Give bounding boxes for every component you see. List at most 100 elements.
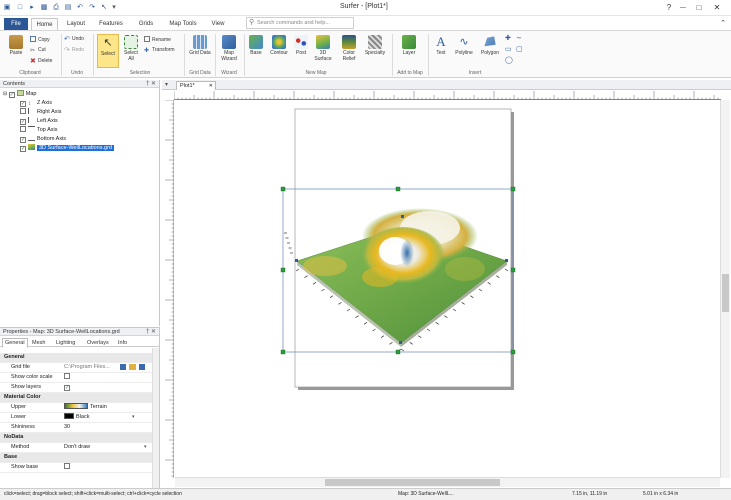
quick-undo-icon[interactable]: ↶ [75, 3, 85, 13]
dropdown-arrow-icon[interactable]: ▾ [132, 413, 135, 422]
section-base[interactable]: Base [0, 453, 152, 463]
show-layers-checkbox[interactable]: ✓ [64, 383, 70, 392]
checkbox[interactable]: ✓ [20, 119, 26, 125]
vertical-scroll-thumb[interactable] [722, 274, 729, 312]
row-show-color-scale[interactable]: Show color scale [0, 373, 152, 383]
print-icon[interactable]: ⎙ [51, 3, 61, 13]
delete-button[interactable]: ✖ Delete [30, 58, 52, 66]
rename-button[interactable]: Rename [144, 36, 171, 44]
print-preview-icon[interactable]: ▤ [63, 3, 73, 13]
open-folder-icon[interactable] [129, 364, 136, 370]
show-color-scale-checkbox[interactable] [64, 373, 70, 382]
tab-layout[interactable]: Layout [62, 18, 90, 30]
row-show-base[interactable]: Show base [0, 463, 152, 473]
tree-item-right-axis[interactable]: Right Axis [20, 108, 61, 116]
search-input[interactable]: ⚲ Search commands and help... [246, 17, 354, 29]
undo-button[interactable]: ↶ Undo [64, 36, 84, 44]
row-lower[interactable]: Lower Black ▾ [0, 413, 152, 423]
grid-info-icon[interactable] [120, 364, 126, 370]
redo-button[interactable]: ↷ Redo [64, 47, 84, 55]
post-map-button[interactable]: Post [292, 35, 310, 56]
tree-item-bottom-axis[interactable]: ✓ Bottom Axis [20, 135, 66, 143]
method-select[interactable]: Don't draw [64, 443, 90, 452]
select-all-button[interactable]: Select All [121, 35, 141, 62]
rounded-rectangle-icon[interactable]: ▢ [516, 46, 523, 54]
ellipse-icon[interactable]: ◯ [505, 57, 513, 65]
close-button[interactable]: ✕ [710, 2, 724, 14]
select-icon[interactable]: ↖ [99, 3, 109, 13]
help-icon[interactable]: ? [662, 2, 676, 14]
row-upper[interactable]: Upper Terrain [0, 403, 152, 413]
polygon-button[interactable]: Polygon [478, 35, 502, 56]
collapse-ribbon-icon[interactable]: ⌃ [718, 18, 728, 30]
minimize-button[interactable]: — [676, 2, 690, 14]
text-button[interactable]: A Text [432, 35, 450, 57]
properties-panel-controls[interactable]: † ✕ [146, 328, 156, 336]
vertical-scrollbar[interactable] [720, 100, 730, 478]
horizontal-scroll-thumb[interactable] [325, 479, 500, 486]
tree-item-top-axis[interactable]: Top Axis [20, 126, 57, 134]
customize-toolbar-icon[interactable]: ▾ [109, 3, 119, 13]
maximize-button[interactable]: □ [692, 2, 706, 14]
color-relief-button[interactable]: Color Relief [338, 35, 360, 62]
tab-mesh[interactable]: Mesh [32, 339, 45, 347]
copy-button[interactable]: Copy [30, 36, 50, 44]
layer-button[interactable]: Layer [398, 35, 420, 56]
paste-button[interactable]: Paste [6, 35, 26, 56]
new-icon[interactable]: □ [15, 3, 25, 13]
dropdown-arrow-icon[interactable]: ▾ [144, 443, 147, 452]
cut-button[interactable]: ✂ Cut [30, 47, 46, 55]
checkbox[interactable]: ✓ [20, 137, 26, 143]
horizontal-scrollbar[interactable] [175, 477, 720, 487]
grid-file-value[interactable]: C:\Program Files... [64, 363, 110, 372]
tree-item-3d-surface[interactable]: ✓ 3D Surface-WellLocations.grd [20, 144, 114, 152]
tab-grids[interactable]: Grids [134, 18, 158, 30]
grid-data-button[interactable]: Grid Data [189, 35, 211, 56]
spline-icon[interactable]: ∼ [516, 35, 522, 43]
file-tab[interactable]: File [4, 18, 28, 30]
tab-map-tools[interactable]: Map Tools [166, 18, 200, 30]
checkbox[interactable]: ✓ [8, 92, 15, 98]
tab-info[interactable]: Info [118, 339, 127, 347]
base-map-button[interactable]: Base [246, 35, 266, 56]
row-shininess[interactable]: Shininess 30 [0, 423, 152, 433]
lower-color-select[interactable]: Black [64, 413, 89, 422]
specialty-map-button[interactable]: Specialty [363, 35, 387, 56]
properties-scrollbar[interactable] [152, 348, 159, 488]
quick-redo-icon[interactable]: ↷ [87, 3, 97, 13]
tab-features[interactable]: Features [96, 18, 126, 30]
row-show-layers[interactable]: Show layers ✓ [0, 383, 152, 393]
tree-item-left-axis[interactable]: ✓ Left Axis [20, 117, 58, 125]
select-button[interactable]: ↖ Select [97, 34, 119, 68]
transform-button[interactable]: ✚ Transform [144, 47, 175, 55]
tab-view[interactable]: View [206, 18, 230, 30]
tab-list-icon[interactable]: ▾ [165, 81, 168, 88]
save-icon[interactable]: ▩ [39, 3, 49, 13]
section-general[interactable]: General [0, 353, 152, 363]
show-base-checkbox[interactable] [64, 463, 70, 472]
checkbox[interactable]: ✓ [20, 146, 26, 152]
open-icon[interactable]: ▸ [27, 3, 37, 13]
tree-item-z-axis[interactable]: ✓ ↕ Z Axis [20, 99, 52, 107]
polyline-button[interactable]: ∿ Polyline [452, 35, 476, 56]
tab-lighting[interactable]: Lighting [56, 339, 75, 347]
map-wizard-button[interactable]: Map Wizard [218, 35, 240, 62]
upper-colormap-field[interactable]: Terrain [64, 403, 107, 412]
contents-panel-controls[interactable]: † ✕ [146, 80, 156, 88]
checkbox[interactable] [20, 108, 26, 114]
plot-canvas[interactable] [175, 101, 720, 477]
close-tab-icon[interactable]: ✕ [209, 82, 213, 90]
save-grid-icon[interactable] [139, 364, 145, 370]
tree-item-map[interactable]: ⊟ ✓ Map [3, 90, 36, 98]
section-nodata[interactable]: NoData [0, 433, 152, 443]
shininess-value[interactable]: 30 [64, 423, 70, 432]
row-method[interactable]: Method Don't draw ▾ [0, 443, 152, 453]
symbol-icon[interactable]: ✚ [505, 35, 511, 43]
row-grid-file[interactable]: Grid file C:\Program Files... [0, 363, 152, 373]
checkbox[interactable] [20, 126, 26, 132]
tab-general[interactable]: General [2, 338, 28, 348]
tab-home[interactable]: Home [31, 18, 58, 30]
document-tab-plot1[interactable]: Plot1* ✕ [176, 81, 216, 90]
checkbox[interactable]: ✓ [20, 101, 26, 107]
collapse-icon[interactable]: ⊟ [3, 91, 7, 97]
